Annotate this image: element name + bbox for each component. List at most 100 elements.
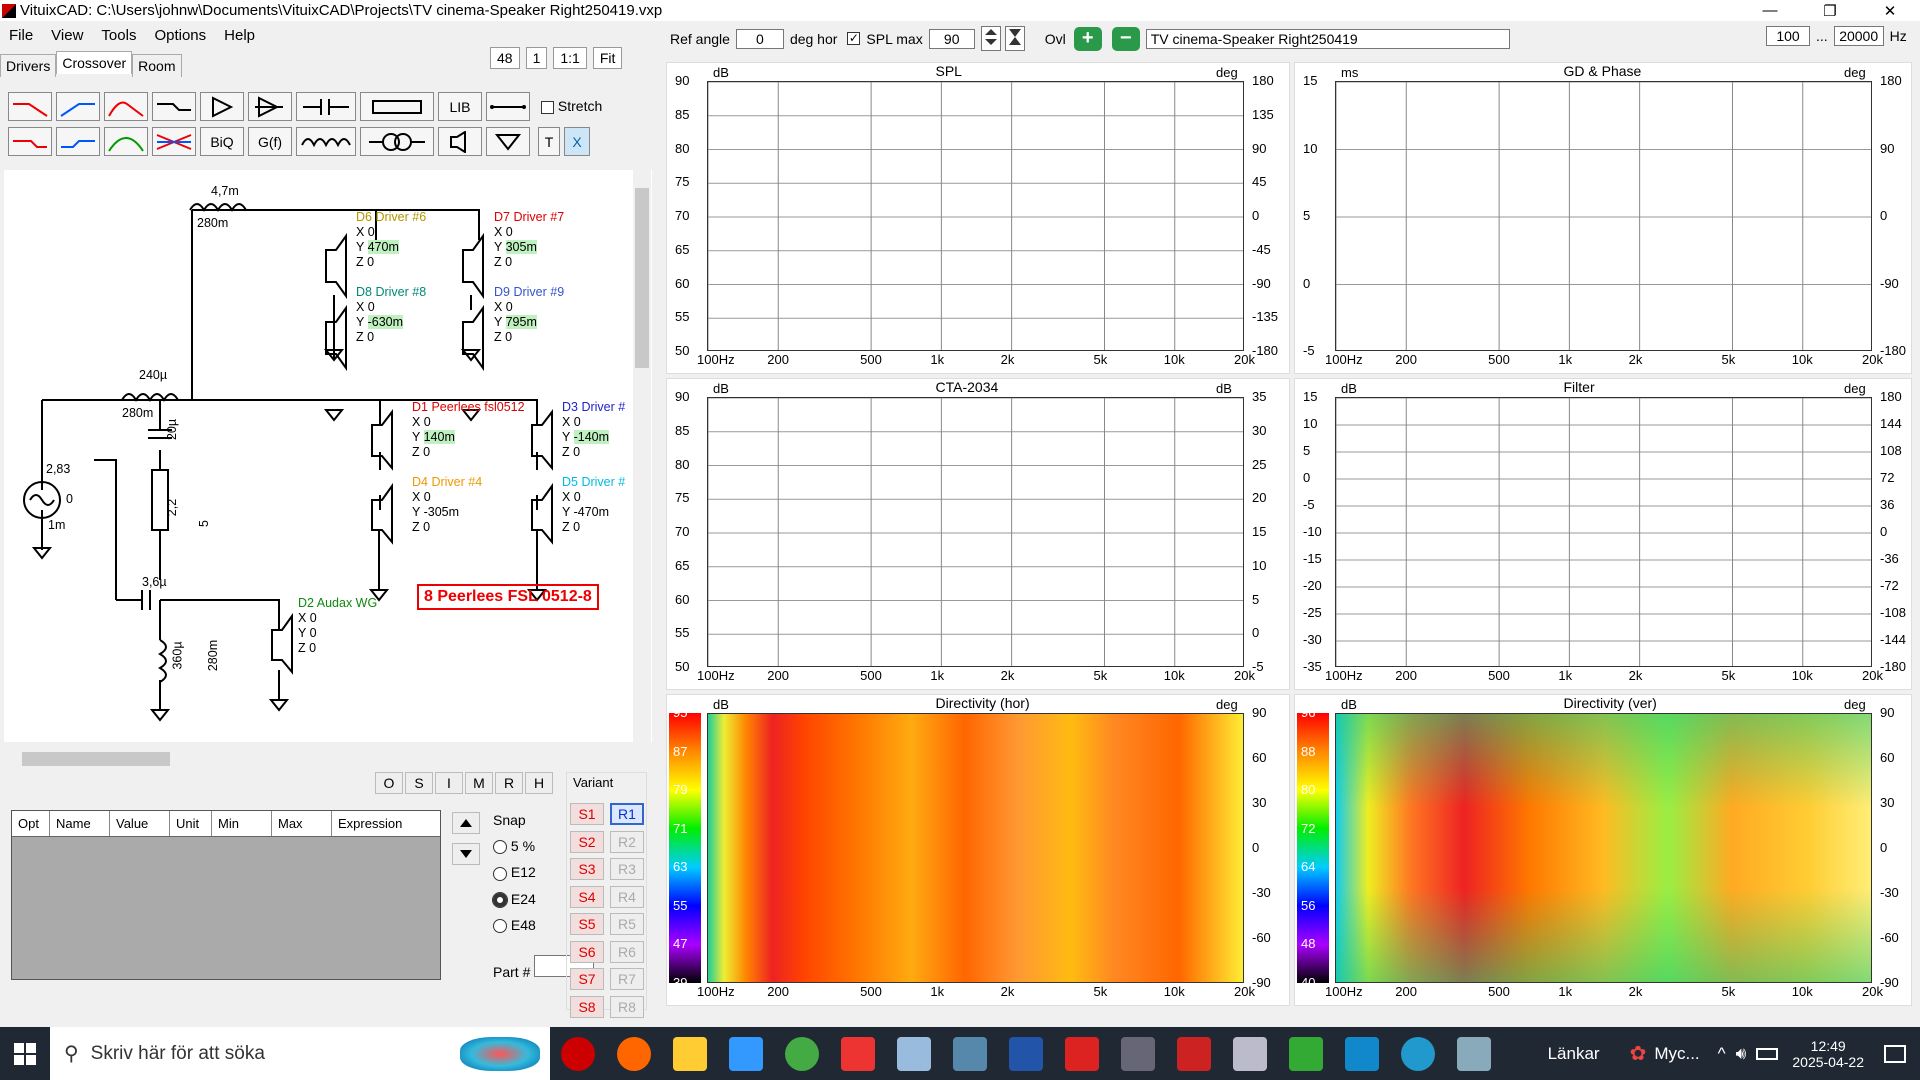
wire-button[interactable]	[486, 92, 530, 121]
variant-r1[interactable]: R1	[610, 803, 644, 825]
volume-icon[interactable]: 🔊︎	[1736, 1044, 1747, 1064]
x-button[interactable]: X	[564, 127, 590, 156]
opt-r-button[interactable]: R	[495, 772, 523, 794]
inductor-button[interactable]	[296, 127, 356, 156]
l1-value[interactable]: 4,7m	[211, 184, 239, 199]
notch-button[interactable]	[152, 92, 196, 121]
notification-icon[interactable]	[1884, 1044, 1906, 1063]
app-icon-gray[interactable]	[1121, 1036, 1155, 1071]
zoom-1to1-button[interactable]: 1:1	[553, 47, 587, 69]
freq-min-input[interactable]: 100	[1766, 26, 1810, 46]
transformer-button[interactable]	[360, 127, 434, 156]
overlay-remove-button[interactable]: −	[1111, 26, 1140, 51]
battery-icon[interactable]	[1756, 1047, 1779, 1060]
opera-icon[interactable]	[561, 1036, 595, 1071]
opt-o-button[interactable]: O	[375, 772, 403, 794]
schematic-vertical-scrollbar[interactable]	[633, 170, 651, 742]
driver-d2[interactable]: D2 Audax WG X 0Y 0Z 0	[298, 596, 377, 656]
variant-s1[interactable]: S1	[570, 803, 604, 825]
close-button[interactable]: ✕	[1860, 0, 1920, 21]
menu-view[interactable]: View	[42, 24, 92, 48]
variant-r4[interactable]: R4	[610, 885, 644, 908]
schematic-canvas[interactable]: 4,7m 280m 240µ 280m 20µ 2,2 5 2,83 0 1m …	[4, 170, 652, 742]
fit-button[interactable]: Fit	[592, 47, 623, 69]
driver-d3[interactable]: D3 Driver # X 0Y -140m Z 0	[562, 400, 625, 460]
file-explorer-icon[interactable]	[673, 1036, 707, 1071]
spl-max-checkbox[interactable]: ✓	[847, 32, 861, 45]
variant-s6[interactable]: S6	[570, 940, 604, 963]
cta2034-chart[interactable]: CTA-2034 dB dB 90 85 80 75 70 65 60 55 50 35 30 25 20 15…	[666, 378, 1290, 690]
links-toolbar[interactable]: Länkar	[1548, 1044, 1600, 1064]
ref-angle-input[interactable]: 0	[735, 28, 784, 49]
overlay-add-button[interactable]: +	[1073, 26, 1102, 51]
plot-area[interactable]	[1335, 397, 1872, 667]
variant-r7[interactable]: R7	[610, 968, 644, 990]
capacitor-button[interactable]	[296, 92, 356, 121]
filter-chart[interactable]: Filter dB deg 15 10 5 0 -5 -10 -15 -20 -25 -30 -35 180…	[1294, 378, 1912, 690]
tab-crossover[interactable]: Crossover	[56, 51, 133, 74]
clock[interactable]: 12:49 2025-04-22	[1792, 1038, 1864, 1070]
directivity-hor-chart[interactable]: Directivity (hor) dB deg 95 87 79 71 63 55 47 39 90…	[666, 694, 1290, 1006]
calculator-icon[interactable]	[953, 1036, 987, 1071]
tab-room[interactable]: Room	[132, 54, 182, 77]
variant-r2[interactable]: R2	[610, 830, 644, 853]
variant-s5[interactable]: S5	[570, 913, 604, 935]
opt-s-button[interactable]: S	[405, 772, 433, 794]
maximize-button[interactable]: ❐	[1800, 0, 1860, 21]
gain-function-button[interactable]: G(f)	[248, 127, 292, 156]
library-button[interactable]: LIB	[438, 92, 482, 121]
text-button[interactable]: T	[538, 127, 560, 156]
office-icon[interactable]	[841, 1036, 875, 1071]
firefox-icon[interactable]	[617, 1036, 651, 1071]
spl-collapse-button[interactable]	[1004, 26, 1025, 51]
resistor-button[interactable]	[360, 92, 434, 121]
note-label[interactable]: 8 Peerlees FSL 0512-8	[417, 584, 599, 610]
menu-file[interactable]: File	[0, 24, 42, 48]
move-up-button[interactable]	[452, 812, 480, 834]
highpass-1-button[interactable]	[56, 92, 100, 121]
c1-value[interactable]: 20µ	[165, 419, 180, 440]
driver-button[interactable]	[438, 127, 482, 156]
col-name[interactable]: Name	[50, 811, 110, 836]
driver-d5[interactable]: D5 Driver # X 0Y -470m Z 0	[562, 475, 625, 535]
app-icon-blue[interactable]	[897, 1036, 931, 1071]
grid-size-field[interactable]: 48	[490, 47, 520, 69]
spl-chart[interactable]: SPL dB deg 90 85 80 75 70 65 60 55 50 180 135 90 45 0 -45…	[666, 62, 1290, 374]
tab-drivers[interactable]: Drivers	[0, 54, 57, 77]
stretch-option[interactable]: Stretch	[541, 98, 602, 114]
highpass-2-button[interactable]	[56, 127, 100, 156]
plot-area[interactable]	[1335, 713, 1872, 983]
tray-app-label[interactable]: Myc...	[1654, 1044, 1699, 1064]
col-opt[interactable]: Opt	[12, 811, 50, 836]
driver-d9[interactable]: D9 Driver #9 X 0Y 795m Z 0	[494, 285, 564, 345]
photos-icon[interactable]	[1345, 1036, 1379, 1071]
variant-r8[interactable]: R8	[610, 995, 644, 1018]
driver-d8[interactable]: D8 Driver #8 X 0Y -630m Z 0	[356, 285, 426, 345]
minimize-button[interactable]: —	[1740, 0, 1800, 21]
move-down-button[interactable]	[452, 843, 480, 865]
r1-value[interactable]: 2,2	[165, 499, 180, 516]
variant-s4[interactable]: S4	[570, 885, 604, 908]
col-unit[interactable]: Unit	[170, 811, 212, 836]
vituixcad-icon[interactable]	[1177, 1036, 1211, 1071]
chevron-up-icon[interactable]: ^	[1718, 1044, 1726, 1064]
variant-s8[interactable]: S8	[570, 995, 604, 1018]
app-icon-pen[interactable]	[1457, 1036, 1491, 1071]
plot-area[interactable]	[707, 713, 1244, 983]
bandpass-button[interactable]	[104, 92, 148, 121]
col-expression[interactable]: Expression	[332, 811, 440, 836]
menu-tools[interactable]: Tools	[92, 24, 145, 48]
driver-d1[interactable]: D1 Peerlees fsl0512 X 0Y 140m Z 0	[412, 400, 525, 460]
project-name-input[interactable]: TV cinema-Speaker Right250419	[1145, 28, 1510, 49]
biquad-button[interactable]: BiQ	[200, 127, 244, 156]
driver-d7[interactable]: D7 Driver #7 X 0Y 305m Z 0	[494, 210, 564, 270]
c2-value[interactable]: 3,6µ	[142, 575, 167, 590]
menu-help[interactable]: Help	[215, 24, 264, 48]
peak-button[interactable]	[104, 127, 148, 156]
opamp-button[interactable]	[248, 92, 292, 121]
optimizer-grid[interactable]: Opt Name Value Unit Min Max Expression	[11, 810, 441, 980]
word-icon[interactable]	[1009, 1036, 1043, 1071]
zoom-field[interactable]: 1	[525, 47, 548, 69]
col-min[interactable]: Min	[212, 811, 272, 836]
telegram-icon[interactable]	[1401, 1036, 1435, 1071]
